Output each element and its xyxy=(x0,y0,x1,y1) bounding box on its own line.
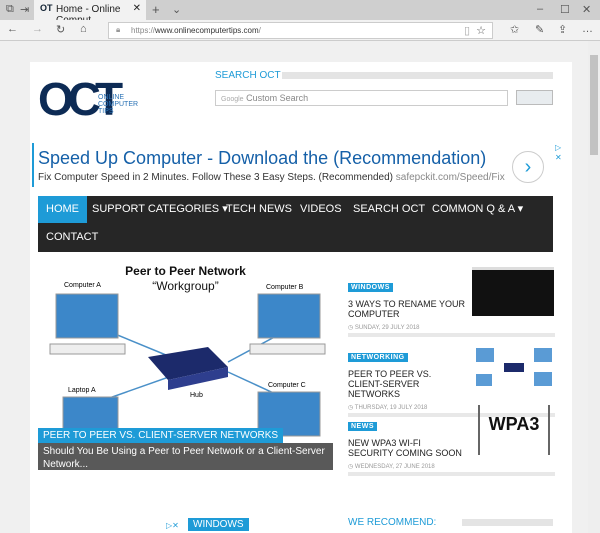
logo-subtitle: ONLINE COMPUTER TIPS xyxy=(98,94,139,115)
pen-icon[interactable]: ✎ xyxy=(535,23,544,36)
post-category[interactable]: WINDOWS xyxy=(348,283,393,292)
scrollbar-thumb[interactable] xyxy=(590,55,598,155)
google-brand: Google xyxy=(221,96,244,103)
more-icon[interactable]: … xyxy=(582,23,593,35)
nav-home[interactable]: HOME xyxy=(38,196,87,223)
recommend-divider xyxy=(462,519,553,526)
close-tab-icon[interactable]: ✕ xyxy=(133,3,141,14)
address-bar-row: ← → ↻ ⌂ 🔒︎ https://www.onlinecomputertip… xyxy=(0,20,600,41)
image-title: Peer to Peer Network xyxy=(125,264,246,278)
refresh-icon[interactable]: ↻ xyxy=(56,23,65,36)
post-category[interactable]: NEWS xyxy=(348,422,377,431)
computer-b-icon xyxy=(249,293,326,355)
nav-contact[interactable]: CONTACT xyxy=(38,224,106,251)
lock-icon: 🔒︎ xyxy=(116,25,121,34)
post-divider xyxy=(348,333,555,337)
forward-icon[interactable]: → xyxy=(32,23,43,35)
chevron-down-icon[interactable]: ⌄ xyxy=(172,3,181,16)
post-date-text: SUNDAY, 29 JULY 2018 xyxy=(354,325,420,331)
post-date-text: WEDNESDAY, 27 JUNE 2018 xyxy=(354,464,435,470)
ad-title[interactable]: Speed Up Computer - Download the (Recomm… xyxy=(38,148,486,169)
set-aside-tabs-icon[interactable]: ⇥ xyxy=(20,3,29,16)
minimize-icon[interactable]: – xyxy=(537,3,543,15)
home-icon[interactable]: ⌂ xyxy=(80,23,87,35)
post-title[interactable]: NEW WPA3 WI-FI SECURITY COMING SOON xyxy=(348,438,468,458)
post-title[interactable]: PEER TO PEER VS. CLIENT-SERVER NETWORKS xyxy=(348,369,468,399)
label-laptop-a: Laptop A xyxy=(68,387,96,394)
featured-post[interactable]: Peer to Peer Network “Workgroup” Compute… xyxy=(38,262,333,470)
computer-a-icon xyxy=(49,293,126,355)
post-date: ◷ SUNDAY, 29 JULY 2018 xyxy=(348,325,420,331)
label-computer-a: Computer A xyxy=(64,282,101,289)
tab-actions-icon[interactable]: ⧉ xyxy=(6,3,14,16)
nav-videos[interactable]: VIDEOS xyxy=(292,196,350,223)
favorites-icon[interactable]: ✩ xyxy=(510,23,519,36)
search-input[interactable]: Google Custom Search xyxy=(215,90,508,106)
share-icon[interactable]: ⇪ xyxy=(558,23,567,36)
ad-link[interactable]: safepckit.com/Speed/Fix xyxy=(396,172,505,183)
site-logo[interactable]: OCT ONLINE COMPUTER TIPS xyxy=(38,73,139,130)
post-date-text: THURSDAY, 19 JULY 2018 xyxy=(354,405,428,411)
url-prefix: https:// xyxy=(131,26,156,35)
label-computer-c: Computer C xyxy=(268,382,306,389)
post-category[interactable]: NETWORKING xyxy=(348,353,408,362)
post-divider xyxy=(348,472,555,476)
favicon-icon: OT xyxy=(40,3,53,13)
ad-close-icon[interactable]: ✕ xyxy=(555,153,562,162)
ad-body: Fix Computer Speed in 2 Minutes. Follow … xyxy=(38,172,393,183)
close-window-icon[interactable]: ✕ xyxy=(582,3,591,16)
wpa3-thumbnail[interactable]: WPA3 xyxy=(478,405,550,455)
search-placeholder: Custom Search xyxy=(246,93,309,103)
featured-category[interactable]: PEER TO PEER VS. CLIENT-SERVER NETWORKS xyxy=(38,428,284,443)
featured-excerpt[interactable]: Should You Be Using a Peer to Peer Netwo… xyxy=(38,443,333,470)
ad-choices-icon[interactable]: ▷✕ xyxy=(166,521,179,530)
search-button[interactable] xyxy=(516,90,553,105)
post-date: ◷ WEDNESDAY, 27 JUNE 2018 xyxy=(348,464,435,470)
network-thumbnail[interactable] xyxy=(474,338,554,388)
bottom-category-label[interactable]: WINDOWS xyxy=(188,518,249,531)
main-nav: HOME SUPPORT CATEGORIES ▾ TECH NEWS VIDE… xyxy=(38,196,553,252)
heading-divider xyxy=(282,72,553,79)
tab-home[interactable]: OT Home - Online Comput ✕ xyxy=(34,0,146,26)
nav-tech-news[interactable]: TECH NEWS xyxy=(218,196,300,223)
nav-common-qa[interactable]: COMMON Q & A ▾ xyxy=(424,196,531,223)
back-icon[interactable]: ← xyxy=(7,23,18,35)
ad-accent xyxy=(32,143,34,187)
nav-support-categories[interactable]: SUPPORT CATEGORIES ▾ xyxy=(84,196,236,223)
hub-icon xyxy=(148,347,228,390)
url-suffix: / xyxy=(258,26,261,35)
favorite-star-icon[interactable]: ☆ xyxy=(476,24,486,37)
nav-search-oct[interactable]: SEARCH OCT xyxy=(345,196,433,223)
cmd-thumbnail[interactable] xyxy=(472,267,554,316)
new-tab-icon[interactable]: + xyxy=(152,2,160,17)
maximize-icon[interactable]: ☐ xyxy=(560,3,570,16)
ad-choices-icon[interactable]: ▷ xyxy=(555,143,561,152)
label-hub: Hub xyxy=(190,392,203,399)
url-domain: www.onlinecomputertips.com xyxy=(155,26,259,35)
url-input[interactable]: 🔒︎ https://www.onlinecomputertips.com/ ▯… xyxy=(108,22,493,39)
ad-arrow-button[interactable]: › xyxy=(512,151,544,183)
tab-bar: ⧉ ⇥ OT Home - Online Comput ✕ + ⌄ – ☐ ✕ xyxy=(0,0,600,26)
post-title[interactable]: 3 WAYS TO RENAME YOUR COMPUTER xyxy=(348,299,468,319)
search-heading: SEARCH OCT xyxy=(215,70,281,81)
label-computer-b: Computer B xyxy=(266,284,304,291)
ad-text: Fix Computer Speed in 2 Minutes. Follow … xyxy=(38,172,505,183)
recommend-heading: WE RECOMMEND: xyxy=(348,517,437,528)
reading-view-icon[interactable]: ▯ xyxy=(464,24,470,37)
